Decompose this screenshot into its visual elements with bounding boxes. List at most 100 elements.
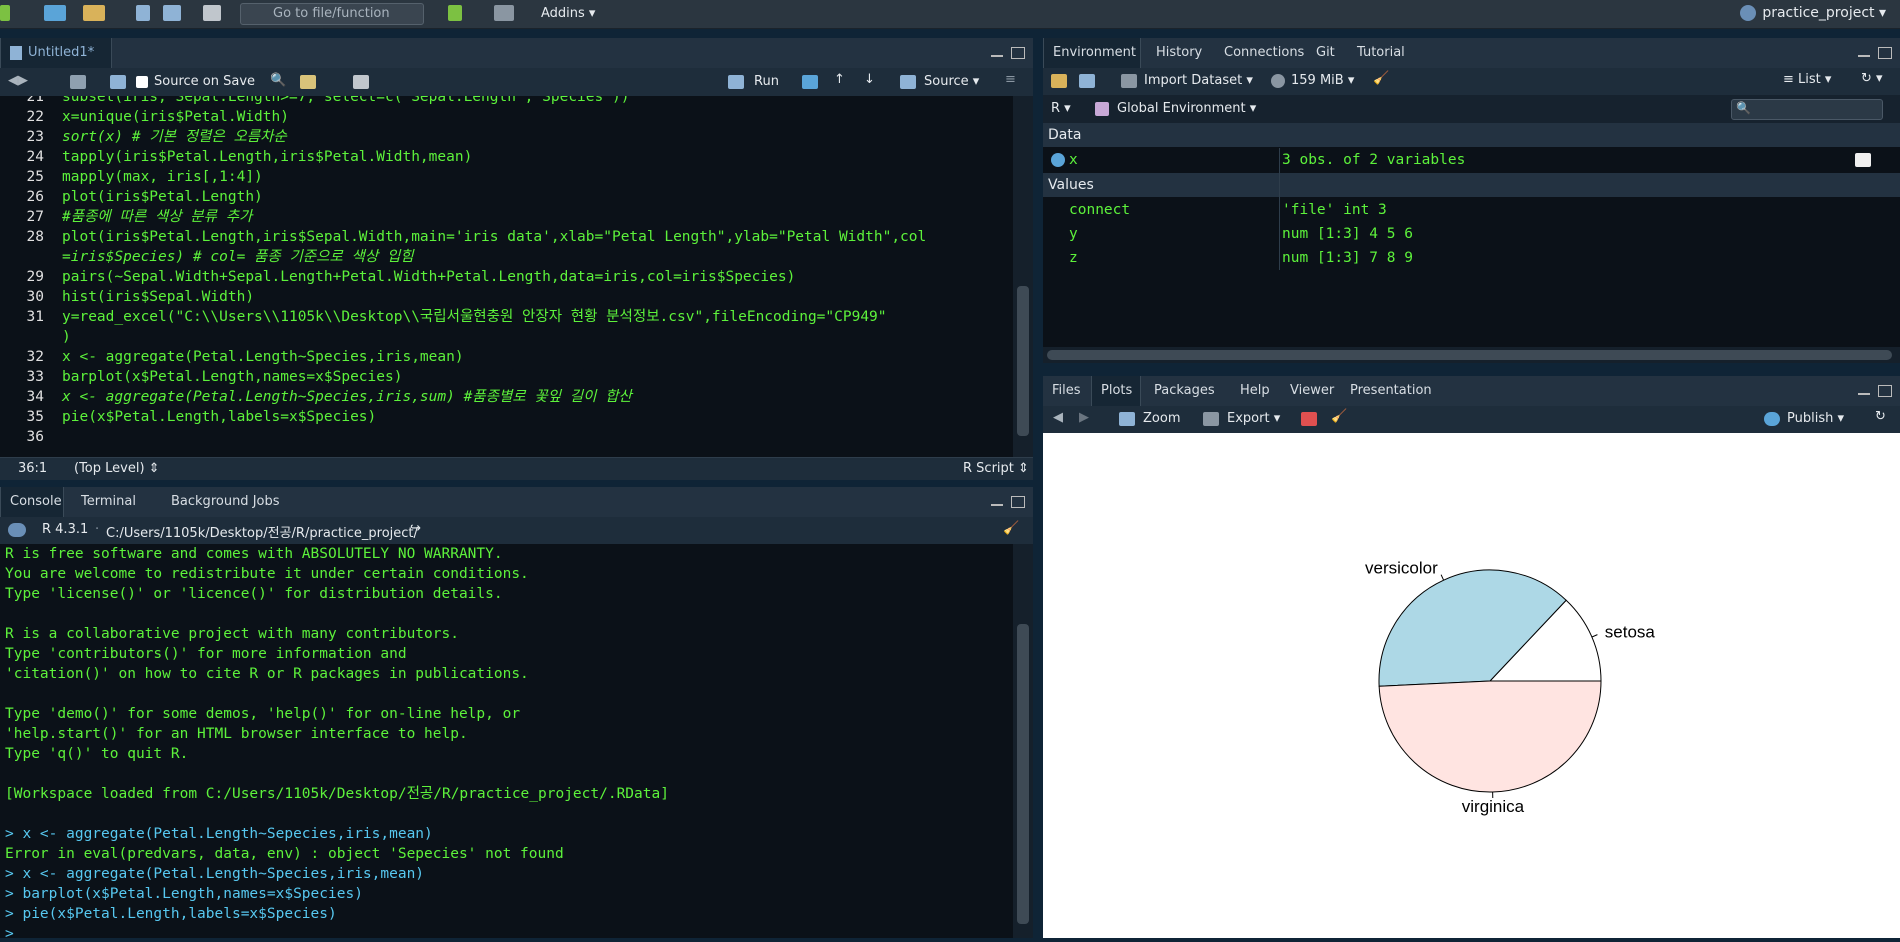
code-line[interactable]: 35pie(x$Petal.Length,labels=x$Species) (0, 407, 376, 427)
code-line[interactable]: 27#품종에 따른 색상 분류 추가 (0, 207, 252, 227)
code-line[interactable]: 21subset(iris, Sepal.Length>=7, select=c… (0, 96, 629, 107)
hscroll-thumb[interactable] (1047, 350, 1892, 360)
file-type-menu[interactable]: R Script ⇕ (963, 461, 1029, 476)
tab-background-jobs[interactable]: Background Jobs × (162, 487, 298, 517)
code-line[interactable]: 30hist(iris$Sepal.Width) (0, 287, 254, 307)
editor-scrollbar-thumb[interactable] (1017, 286, 1029, 436)
tab-connections[interactable]: Connections (1215, 38, 1305, 68)
clear-workspace-icon[interactable]: 🧹 (1373, 71, 1389, 86)
language-selector[interactable]: R ▾ (1051, 101, 1071, 116)
print-icon[interactable] (203, 5, 221, 21)
code-line[interactable]: 33barplot(x$Petal.Length,names=x$Species… (0, 367, 402, 387)
maximize-icon[interactable] (1011, 47, 1025, 59)
tab-help[interactable]: Help (1231, 376, 1279, 406)
back-arrow-icon[interactable]: ◀▶ (8, 73, 28, 88)
tab-tutorial[interactable]: Tutorial (1348, 38, 1418, 68)
maximize-icon[interactable] (1878, 385, 1892, 397)
value-row[interactable]: connect 'file' int 3 (1043, 198, 1900, 222)
open-file-icon[interactable] (83, 5, 105, 21)
clear-plots-icon[interactable]: 🧹 (1331, 409, 1347, 424)
minimize-icon[interactable] (1858, 385, 1870, 395)
code-line[interactable]: 31y=read_excel("C:\\Users\\1105k\\Deskto… (0, 307, 887, 327)
code-line[interactable]: 34x <- aggregate(Petal.Length~Species,ir… (0, 387, 632, 407)
list-view-button[interactable]: ≡ List ▾ (1783, 72, 1831, 87)
code-line[interactable]: 23sort(x) # 기본 정렬은 오름차순 (0, 127, 287, 147)
refresh-icon[interactable]: ↻ (1875, 409, 1886, 424)
data-row[interactable]: x 3 obs. of 2 variables (1043, 148, 1900, 172)
tab-terminal[interactable]: Terminal × (72, 487, 156, 517)
console-scrollbar-thumb[interactable] (1017, 624, 1029, 924)
source-button[interactable]: Source ▾ (924, 74, 979, 89)
code-tools-icon[interactable] (300, 75, 316, 89)
search-icon[interactable]: 🔍 (270, 73, 286, 88)
expand-icon[interactable] (1051, 153, 1065, 167)
publish-button[interactable]: Publish ▾ (1787, 411, 1844, 426)
scope-indicator[interactable]: (Top Level) ⇕ (74, 461, 160, 476)
code-line[interactable]: 28plot(iris$Petal.Length,iris$Sepal.Widt… (0, 227, 926, 247)
next-plot-icon[interactable]: ▶ (1079, 410, 1089, 425)
up-arrow-icon[interactable]: ↑ (834, 72, 845, 87)
new-project-icon[interactable] (44, 5, 66, 21)
tab-git[interactable]: Git (1307, 38, 1341, 68)
previous-plot-icon[interactable]: ◀ (1053, 410, 1063, 425)
save-workspace-icon[interactable] (1079, 74, 1095, 88)
vertical-splitter[interactable] (1033, 38, 1043, 938)
goto-directory-icon[interactable]: ↪ (410, 521, 421, 536)
scope-selector[interactable]: Global Environment ▾ (1117, 101, 1256, 116)
code-editor[interactable]: 21subset(iris, Sepal.Length>=7, select=c… (0, 96, 1013, 457)
compile-report-icon[interactable] (353, 75, 369, 89)
zoom-button[interactable]: Zoom (1143, 411, 1180, 426)
tab-untitled1[interactable]: Untitled1* × (0, 38, 112, 68)
working-directory[interactable]: C:/Users/1105k/Desktop/전공/R/practice_pro… (106, 522, 418, 541)
tab-presentation[interactable]: Presentation (1341, 376, 1437, 406)
run-button[interactable]: Run (754, 74, 779, 89)
minimize-icon[interactable] (1858, 47, 1870, 57)
down-arrow-icon[interactable]: ↓ (864, 72, 875, 87)
save-icon[interactable] (110, 75, 126, 89)
code-line[interactable]: 32x <- aggregate(Petal.Length~Species,ir… (0, 347, 464, 367)
console-output[interactable]: R is free software and comes with ABSOLU… (0, 544, 1013, 938)
minimize-icon[interactable] (991, 496, 1003, 506)
code-line[interactable]: ) (0, 327, 71, 347)
tab-environment[interactable]: Environment (1043, 38, 1141, 68)
tab-viewer[interactable]: Viewer (1281, 376, 1339, 406)
outline-icon[interactable]: ≡ (1005, 72, 1016, 87)
addins-menu[interactable]: Addins ▾ (541, 6, 595, 21)
load-workspace-icon[interactable] (1051, 74, 1067, 88)
save-icon[interactable] (136, 5, 150, 21)
memory-usage-button[interactable]: 159 MiB ▾ (1291, 73, 1354, 88)
export-button[interactable]: Export ▾ (1227, 411, 1280, 426)
code-line[interactable]: 22x=unique(iris$Petal.Width) (0, 107, 289, 127)
code-line[interactable]: 25mapply(max, iris[,1:4]) (0, 167, 263, 187)
remove-plot-icon[interactable] (1301, 412, 1317, 426)
tab-history[interactable]: History (1147, 38, 1213, 68)
show-in-window-icon[interactable] (70, 75, 86, 89)
tab-files[interactable]: Files (1043, 376, 1087, 406)
tab-packages[interactable]: Packages (1145, 376, 1229, 406)
layout-icon[interactable] (494, 5, 514, 21)
rerun-icon[interactable] (802, 75, 818, 89)
value-row[interactable]: y num [1:3] 4 5 6 (1043, 222, 1900, 246)
project-menu[interactable]: practice_project ▾ (1740, 5, 1886, 21)
clear-console-icon[interactable]: 🧹 (1003, 521, 1019, 536)
tab-console[interactable]: Console (0, 487, 64, 517)
value-row[interactable]: z num [1:3] 7 8 9 (1043, 246, 1900, 270)
source-on-save-checkbox[interactable] (136, 76, 148, 88)
code-line[interactable]: =iris$Species) # col= 품종 기준으로 색상 입힘 (0, 247, 414, 267)
code-line[interactable]: 24tapply(iris$Petal.Length,iris$Petal.Wi… (0, 147, 472, 167)
environment-search-input[interactable]: 🔍 (1731, 99, 1883, 120)
maximize-icon[interactable] (1878, 47, 1892, 59)
code-line[interactable]: 29pairs(~Sepal.Width+Sepal.Length+Petal.… (0, 267, 795, 287)
code-line[interactable]: 26plot(iris$Petal.Length) (0, 187, 263, 207)
maximize-icon[interactable] (1011, 496, 1025, 508)
refresh-icon[interactable]: ↻ ▾ (1861, 71, 1883, 86)
build-icon[interactable] (448, 5, 462, 21)
new-file-icon[interactable] (0, 5, 10, 21)
goto-file-input[interactable]: Go to file/function (240, 3, 424, 25)
save-all-icon[interactable] (163, 5, 181, 21)
view-table-icon[interactable] (1855, 153, 1871, 167)
minimize-icon[interactable] (991, 47, 1003, 57)
code-line[interactable]: 36 (0, 427, 62, 447)
tab-plots[interactable]: Plots (1091, 376, 1141, 406)
import-dataset-button[interactable]: Import Dataset ▾ (1144, 73, 1253, 88)
